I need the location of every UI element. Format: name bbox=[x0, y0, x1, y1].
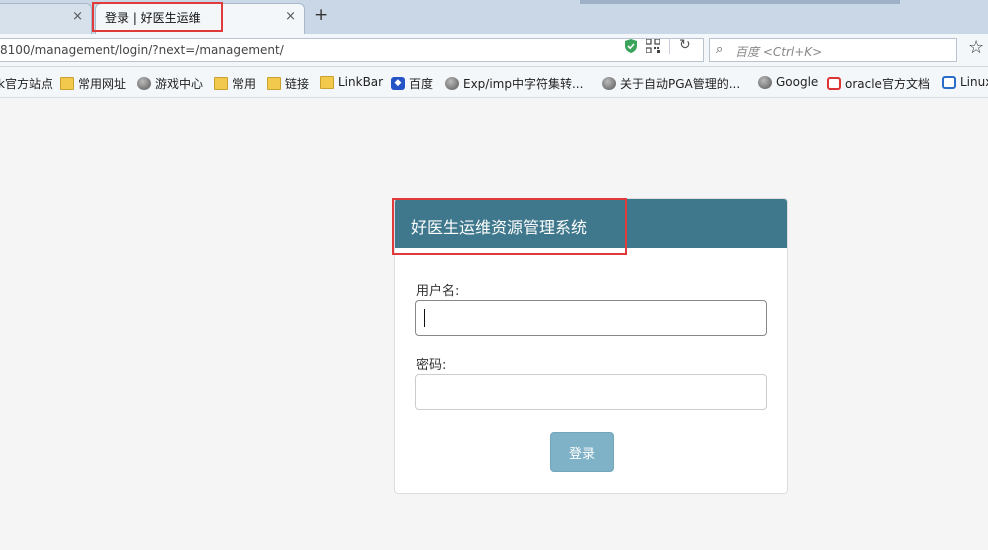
bookmark-label: 链接 bbox=[285, 77, 310, 91]
search-placeholder: 百度 <Ctrl+K> bbox=[735, 45, 823, 59]
globe-icon bbox=[602, 77, 616, 90]
url-text: 8100/management/login/?next=/management/ bbox=[0, 43, 284, 57]
bookmark-label: 常用网址 bbox=[78, 77, 127, 91]
bookmark-label: 关于自动PGA管理的... bbox=[620, 77, 741, 91]
bookmarks-bar: k官方站点 常用网址 游戏中心 常用 链接 LinkBar ◆ 百度 Exp/i… bbox=[0, 68, 988, 98]
bookmark-item[interactable]: Linux bbox=[942, 75, 988, 89]
refresh-icon[interactable]: ↻ bbox=[679, 37, 691, 53]
bookmark-label: Exp/imp中字符集转... bbox=[463, 77, 584, 91]
bookmark-item[interactable]: Exp/imp中字符集转... bbox=[445, 75, 583, 92]
browser-tab-previous[interactable]: × bbox=[0, 3, 92, 34]
bookmark-item[interactable]: ◆ 百度 bbox=[391, 75, 433, 92]
bookmark-label: 常用 bbox=[232, 77, 257, 91]
text-caret bbox=[424, 309, 425, 327]
qr-code-icon[interactable] bbox=[646, 39, 660, 53]
search-input[interactable]: ⌕ 百度 <Ctrl+K> bbox=[709, 38, 957, 62]
folder-icon bbox=[320, 75, 334, 89]
search-icon: ⌕ bbox=[716, 42, 724, 57]
bookmark-item[interactable]: 常用网址 bbox=[60, 75, 126, 92]
bookmark-item[interactable]: Google bbox=[758, 75, 818, 89]
bookmark-item[interactable]: 关于自动PGA管理的... bbox=[602, 75, 740, 92]
bookmark-label: Google bbox=[776, 75, 819, 89]
bookmark-item[interactable]: 游戏中心 bbox=[137, 75, 203, 92]
bookmark-label: 游戏中心 bbox=[155, 77, 204, 91]
linux-icon bbox=[942, 75, 956, 89]
bookmark-label: Linux bbox=[960, 75, 988, 89]
annotation-highlight-title bbox=[392, 198, 627, 255]
baidu-icon: ◆ bbox=[391, 77, 405, 90]
bookmark-star-icon[interactable]: ☆ bbox=[968, 38, 984, 58]
bookmark-label: oracle官方文档 bbox=[845, 77, 930, 91]
bookmark-item[interactable]: 常用 bbox=[214, 75, 256, 92]
globe-icon bbox=[758, 75, 772, 89]
google-icon bbox=[827, 77, 841, 90]
password-label: 密码: bbox=[416, 358, 447, 373]
username-input[interactable] bbox=[415, 300, 767, 336]
annotation-highlight-tab bbox=[92, 2, 223, 32]
folder-icon bbox=[60, 77, 74, 90]
folder-icon bbox=[267, 77, 281, 90]
bookmark-item[interactable]: oracle官方文档 bbox=[827, 75, 930, 92]
tab-close-icon[interactable]: × bbox=[72, 9, 83, 25]
shield-icon[interactable] bbox=[624, 39, 638, 53]
bookmark-item[interactable]: 链接 bbox=[267, 75, 309, 92]
bookmark-label: LinkBar bbox=[338, 75, 384, 89]
bookmark-label: 百度 bbox=[409, 77, 434, 91]
bookmark-item[interactable]: LinkBar bbox=[320, 75, 383, 89]
tab-close-icon[interactable]: × bbox=[285, 9, 296, 25]
tab-strip-accent bbox=[580, 0, 900, 4]
bookmark-label: k官方站点 bbox=[0, 77, 53, 91]
url-input[interactable]: 8100/management/login/?next=/management/ bbox=[0, 38, 704, 62]
password-input[interactable] bbox=[415, 374, 767, 410]
username-label: 用户名: bbox=[416, 284, 460, 299]
new-tab-icon[interactable]: + bbox=[314, 5, 328, 25]
globe-icon bbox=[445, 77, 459, 90]
bookmark-item[interactable]: k官方站点 bbox=[0, 75, 53, 92]
login-button[interactable]: 登录 bbox=[550, 432, 614, 472]
folder-icon bbox=[214, 77, 228, 90]
globe-icon bbox=[137, 77, 151, 90]
address-separator bbox=[669, 38, 670, 54]
address-bar-row: 8100/management/login/?next=/management/… bbox=[0, 34, 988, 67]
